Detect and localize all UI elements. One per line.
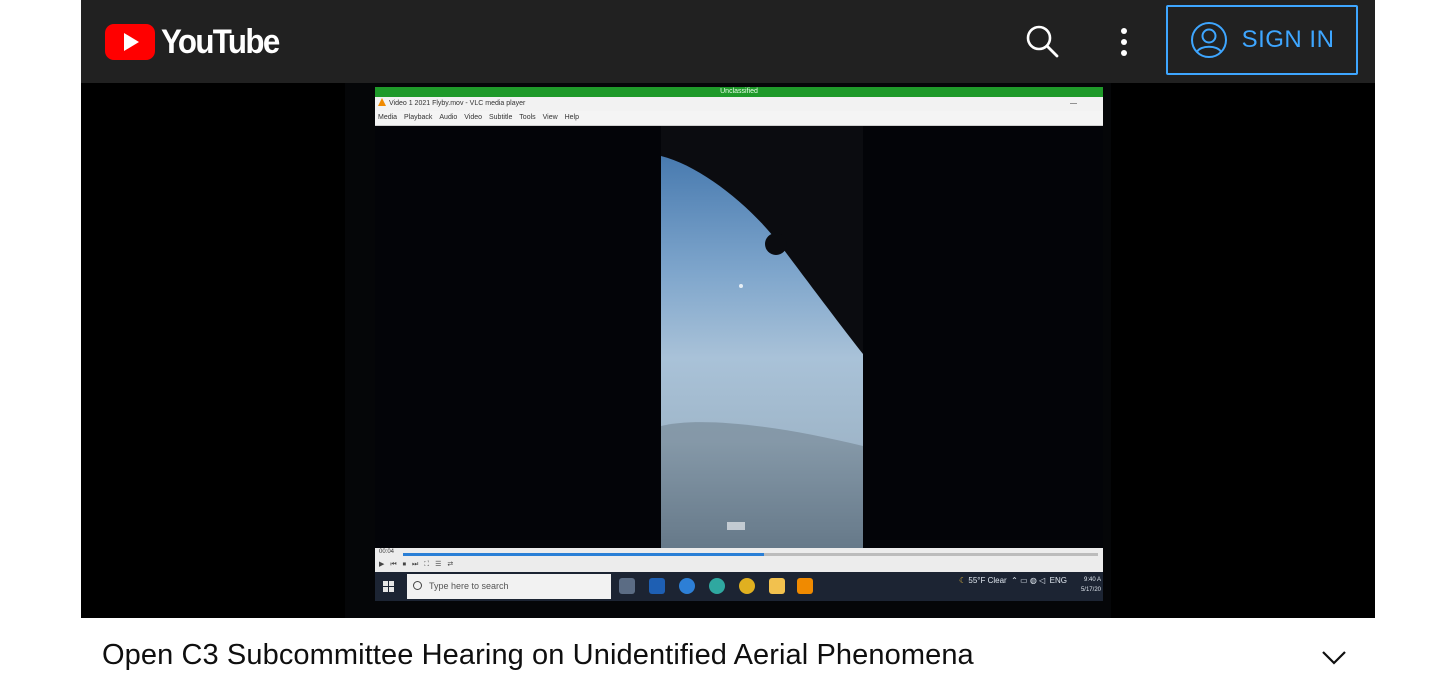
taskbar-search-icon	[413, 581, 422, 590]
vlc-menu-item: Video	[464, 114, 483, 121]
more-vert-icon	[1121, 28, 1127, 56]
windows-start-icon	[383, 581, 394, 592]
vlc-seek-controls: 00:04 ▶ ⏮ ⏹ ⏭ ⛶ ☰ ⇄	[375, 548, 1103, 572]
video-title-row[interactable]: Open C3 Subcommittee Hearing on Unidenti…	[81, 618, 1375, 673]
file-explorer-icon	[769, 578, 785, 594]
top-app-bar: YouTube SIGN IN	[81, 0, 1375, 83]
brand-name: YouTube	[161, 23, 280, 61]
edge-icon	[709, 578, 725, 594]
video-title[interactable]: Open C3 Subcommittee Hearing on Unidenti…	[102, 639, 974, 672]
internet-explorer-icon	[679, 578, 695, 594]
vlc-taskbar-icon	[797, 578, 813, 594]
weather-text: 55°F Clear	[968, 576, 1007, 585]
account-circle-icon	[1190, 22, 1227, 58]
weather-moon-icon: ☾	[958, 576, 967, 585]
expand-description-button[interactable]	[1321, 648, 1347, 668]
youtube-play-logo-icon	[105, 24, 155, 60]
taskbar-search-box: Type here to search	[407, 574, 611, 599]
vlc-cone-icon	[378, 98, 386, 106]
vlc-menu-item: Playback	[404, 114, 433, 121]
video-frame-screen-capture: Unclassified Video 1 2021 Flyby.mov - VL…	[375, 87, 1103, 601]
clock-time: 9:40 A	[1083, 577, 1101, 583]
search-button[interactable]	[1023, 22, 1063, 62]
vlc-playback-buttons: ▶ ⏮ ⏹ ⏭ ⛶ ☰ ⇄	[379, 561, 456, 568]
chevron-down-icon	[1322, 651, 1346, 665]
vlc-menu-bar: Media Playback Audio Video Subtitle Tool…	[375, 111, 1103, 126]
vlc-menu-item: Media	[378, 114, 398, 121]
cockpit-window-footage	[661, 126, 863, 548]
more-options-button[interactable]	[1111, 22, 1137, 62]
vlc-title-text: Video 1 2021 Flyby.mov - VLC media playe…	[389, 100, 526, 107]
youtube-logo[interactable]: YouTube	[105, 22, 289, 62]
vlc-menu-item: Subtitle	[488, 114, 513, 121]
outlook-icon	[649, 578, 665, 594]
taskbar-clock: 9:40 A 5/17/20	[1081, 575, 1101, 595]
sign-in-button[interactable]: SIGN IN	[1166, 5, 1358, 75]
system-tray: ☾ 55°F Clear ⌃ ▭ ◍ ◁ ENG	[958, 576, 1067, 585]
video-player[interactable]: Unclassified Video 1 2021 Flyby.mov - VL…	[81, 83, 1375, 618]
windows-taskbar: Type here to search ☾ 55°F Clear ⌃ ▭ ◍ ◁…	[375, 572, 1103, 601]
vlc-menu-item: Tools	[519, 114, 536, 121]
vlc-seek-progress	[403, 553, 765, 556]
taskbar-search-placeholder: Type here to search	[429, 581, 509, 591]
vlc-menu-item: Audio	[439, 114, 458, 121]
task-view-icon	[619, 578, 635, 594]
chrome-icon	[739, 578, 755, 594]
elapsed-time: 00:04	[379, 549, 395, 555]
vlc-menu-item: Help	[564, 114, 579, 121]
youtube-player-frame: YouTube SIGN IN Unclassified Video 1 202…	[81, 0, 1375, 618]
clock-date: 5/17/20	[1080, 587, 1101, 593]
sign-in-label: SIGN IN	[1241, 26, 1335, 53]
classification-banner: Unclassified	[375, 87, 1103, 97]
search-icon	[1026, 25, 1059, 58]
minimize-icon: —	[1070, 100, 1077, 107]
language-indicator: ENG	[1049, 576, 1067, 585]
vlc-window-title: Video 1 2021 Flyby.mov - VLC media playe…	[375, 97, 1103, 111]
vlc-seek-bar	[403, 553, 1098, 556]
vlc-menu-item: View	[542, 114, 558, 121]
